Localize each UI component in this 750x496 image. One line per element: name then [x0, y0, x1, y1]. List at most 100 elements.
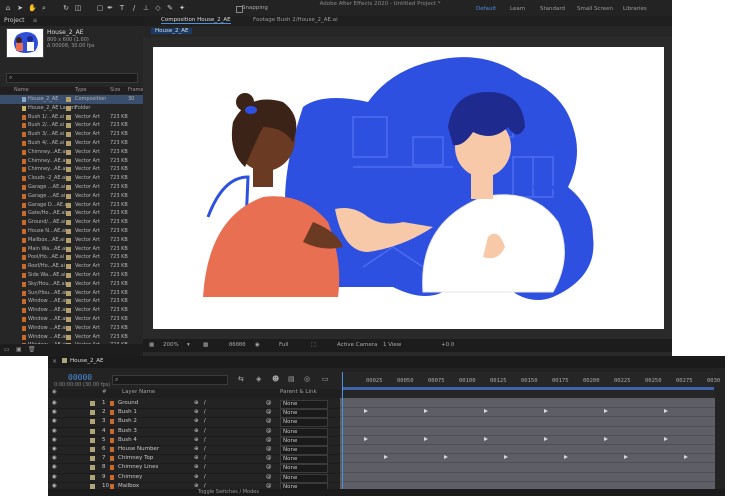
project-item[interactable]: Sky/Hou...AE.ai Vector Art 723 KB [0, 280, 143, 289]
project-item[interactable]: Chimney...AE.ai Vector Art 723 KB [0, 165, 143, 174]
project-item[interactable]: Side Wa...AE.ai Vector Art 723 KB [0, 271, 143, 280]
eye-icon[interactable]: ◉ [52, 473, 57, 482]
keyframe-marker[interactable] [664, 436, 668, 441]
comp-timecode[interactable]: 00000 [229, 342, 246, 348]
workspace-small-screen[interactable]: Small Screen [577, 6, 613, 12]
eye-icon[interactable]: ◉ [52, 427, 57, 436]
project-item[interactable]: Window ...AE.ai Vector Art 723 KB [0, 333, 143, 342]
pen-tool-icon[interactable]: ✒ [106, 4, 114, 12]
switches-icon[interactable]: ⊕ ∕ [194, 427, 206, 436]
label-color[interactable] [66, 317, 71, 322]
timeline-search-input[interactable]: ⌕ [112, 375, 228, 385]
project-item[interactable]: Pool/Ho...AE.ai Vector Art 723 KB [0, 253, 143, 262]
eye-icon[interactable]: ◉ [52, 417, 57, 426]
tab-footage[interactable]: Footage Bush 2/House_2_AE.ai [253, 17, 338, 23]
workspace-standard[interactable]: Standard [540, 6, 565, 12]
timeline-tab[interactable]: House_2_AE [70, 358, 103, 364]
label-color[interactable] [66, 193, 71, 199]
keyframe-marker[interactable] [484, 436, 488, 441]
project-item[interactable]: House_2_AE Composition 30 [0, 95, 143, 104]
project-item[interactable]: Chimney...AE.ai Vector Art 723 KB [0, 157, 143, 166]
keyframe-marker[interactable] [424, 409, 428, 414]
column-name[interactable]: Name [14, 87, 29, 93]
workspace-libraries[interactable]: Libraries [623, 6, 647, 12]
label-color[interactable] [66, 123, 71, 129]
label-color[interactable] [66, 220, 71, 226]
home-icon[interactable]: ⌂ [4, 4, 12, 12]
label-color[interactable] [90, 437, 95, 443]
camera-select[interactable]: Active Camera [337, 342, 377, 348]
label-color[interactable] [66, 246, 71, 252]
label-color[interactable] [66, 308, 71, 314]
pickwhip-icon[interactable]: @ [266, 463, 272, 472]
project-panel-title[interactable]: Project [4, 17, 25, 24]
label-color[interactable] [66, 273, 71, 278]
label-color[interactable] [66, 334, 71, 340]
frame-blend-icon[interactable]: ▤ [288, 375, 295, 383]
motion-blur-icon[interactable]: ◎ [304, 375, 310, 383]
switches-icon[interactable]: ⊕ ∕ [194, 454, 206, 463]
workspace-learn[interactable]: Learn [510, 6, 525, 12]
label-color[interactable] [90, 474, 95, 480]
label-color[interactable] [90, 447, 95, 452]
panel-menu-icon[interactable]: ≡ [32, 17, 37, 24]
keyframe-marker[interactable] [684, 455, 688, 460]
pickwhip-icon[interactable]: @ [266, 445, 272, 454]
selection-tool-icon[interactable]: ➤ [16, 4, 24, 12]
project-item[interactable]: Window ...AE.ai Vector Art 723 KB [0, 297, 143, 306]
keyframe-marker[interactable] [364, 436, 368, 441]
label-color[interactable] [90, 410, 95, 416]
draft-3d-icon[interactable]: ◈ [256, 375, 261, 383]
eraser-tool-icon[interactable]: ◇ [154, 4, 162, 12]
rotate-tool-icon[interactable]: ↻ [62, 4, 70, 12]
layer-name[interactable]: Chimney Lines [118, 463, 158, 472]
label-color[interactable] [66, 299, 71, 305]
pickwhip-icon[interactable]: @ [266, 454, 272, 463]
keyframe-marker[interactable] [604, 436, 608, 441]
switches-icon[interactable]: ⊕ ∕ [194, 436, 206, 445]
label-color[interactable] [66, 264, 71, 270]
shy-icon[interactable]: ☻ [272, 375, 279, 383]
camera-tool-icon[interactable]: ◫ [74, 4, 82, 12]
workspace-default[interactable]: Default [476, 6, 496, 12]
text-tool-icon[interactable]: T [118, 4, 126, 12]
new-folder-icon[interactable]: ▭ [4, 346, 10, 353]
switches-icon[interactable]: ⊕ ∕ [194, 463, 206, 472]
toggle-switches-modes[interactable]: Toggle Switches / Modes [198, 489, 259, 495]
label-color[interactable] [66, 255, 71, 261]
project-search-input[interactable]: ⌕ [6, 73, 138, 83]
eye-icon[interactable]: ◉ [52, 454, 57, 463]
label-color[interactable] [66, 202, 71, 208]
label-color[interactable] [66, 114, 71, 120]
layer-name[interactable]: House Number [118, 445, 159, 454]
current-time[interactable]: 00000 [68, 373, 92, 382]
keyframe-marker[interactable] [504, 455, 508, 460]
comp-flowchart-icon[interactable]: ⇆ [238, 375, 244, 383]
exposure-value[interactable]: +0.0 [441, 342, 454, 348]
resolution-select[interactable]: Full [279, 342, 288, 348]
graph-editor-icon[interactable]: ▭ [322, 375, 329, 383]
keyframe-marker[interactable] [604, 409, 608, 414]
brush-tool-icon[interactable]: / [130, 4, 138, 12]
switches-icon[interactable]: ⊕ ∕ [194, 445, 206, 454]
label-color[interactable] [90, 401, 95, 406]
puppet-tool-icon[interactable]: ✦ [178, 4, 186, 12]
grid-icon[interactable]: ▦ [149, 342, 154, 348]
work-area-bar[interactable] [342, 387, 714, 390]
project-item[interactable]: Bush 3/...AE.ai Vector Art 723 KB [0, 130, 143, 139]
label-color[interactable] [66, 97, 71, 102]
keyframe-marker[interactable] [384, 455, 388, 460]
project-item[interactable]: Mailbox...AE.ai Vector Art 723 KB [0, 236, 143, 245]
keyframe-marker[interactable] [564, 455, 568, 460]
label-color[interactable] [66, 237, 71, 243]
layer-name[interactable]: Chimney Top [118, 454, 153, 463]
shape-tool-icon[interactable]: ▢ [96, 4, 104, 12]
label-color[interactable] [66, 211, 71, 217]
label-color[interactable] [66, 158, 71, 164]
eye-icon[interactable]: ◉ [52, 399, 57, 408]
stamp-tool-icon[interactable]: ⊥ [142, 4, 150, 12]
label-color[interactable] [66, 176, 71, 182]
project-item[interactable]: Bush 2/...AE.ai Vector Art 723 KB [0, 121, 143, 130]
trash-icon[interactable]: 🗑 [28, 346, 36, 353]
keyframe-marker[interactable] [424, 436, 428, 441]
